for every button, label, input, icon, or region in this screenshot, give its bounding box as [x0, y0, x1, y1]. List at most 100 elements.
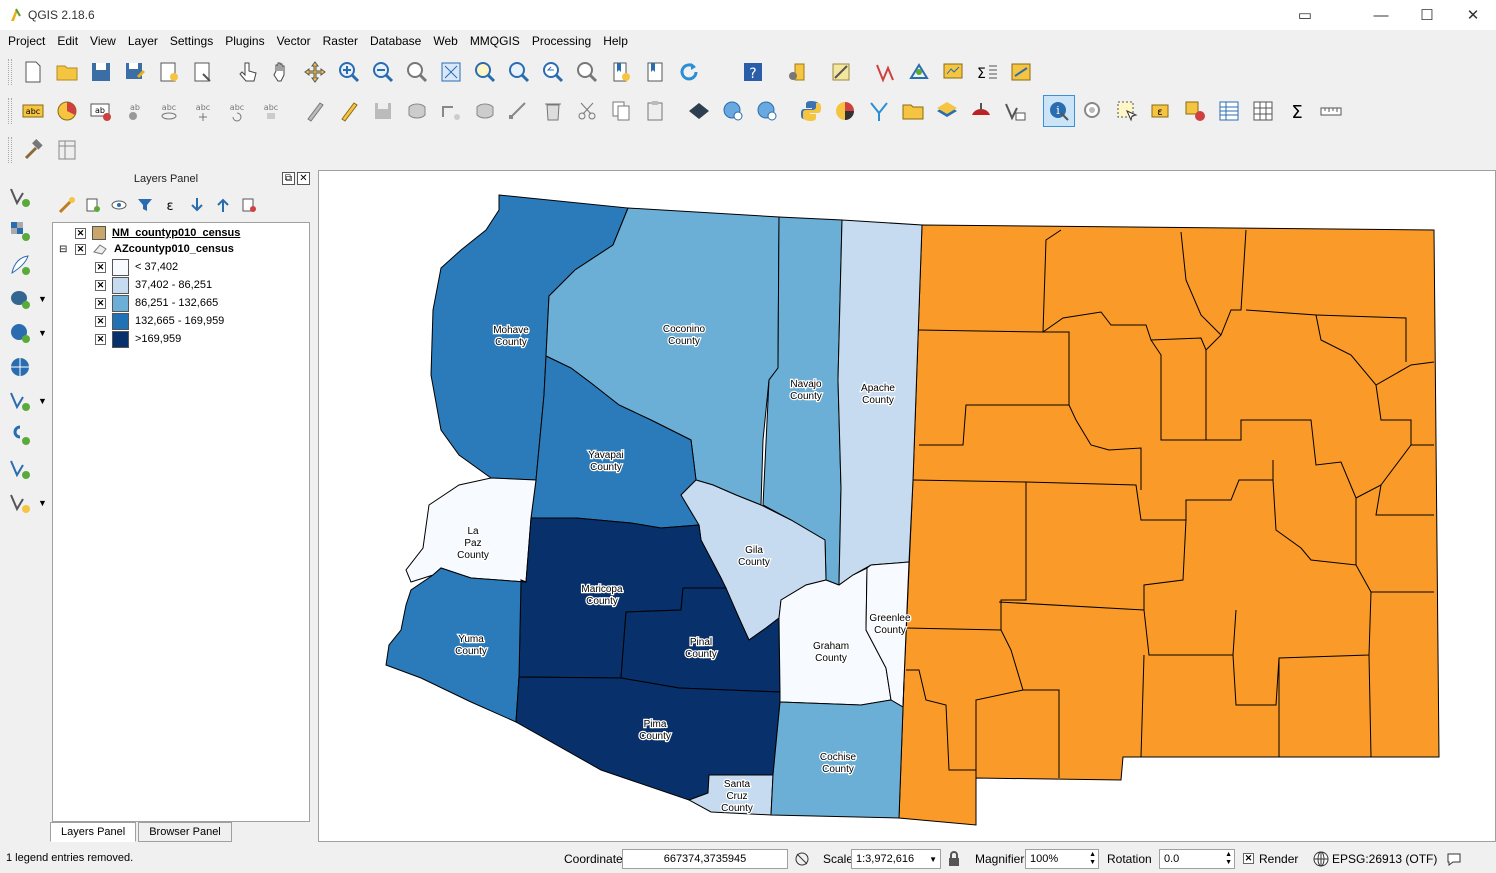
- legend-item[interactable]: ✕ 37,402 - 86,251: [95, 276, 212, 294]
- layer-visibility-checkbox[interactable]: ✕: [75, 243, 86, 255]
- ocean-layer-icon[interactable]: [683, 95, 715, 127]
- map-svg[interactable]: Mohave County Coconino County Navajo County…: [319, 171, 1495, 841]
- scale-combobox[interactable]: 1:3,972,616 ▼: [851, 849, 941, 869]
- menu-plugins[interactable]: Plugins: [219, 32, 270, 52]
- attribute-table-icon[interactable]: [1213, 95, 1245, 127]
- add-wfs-icon[interactable]: [751, 95, 783, 127]
- field-calculator-icon[interactable]: Σ: [971, 56, 1003, 88]
- change-label-icon[interactable]: abc: [255, 95, 287, 127]
- spin-arrows-icon[interactable]: ▲ ▼: [1089, 851, 1096, 867]
- hammer-tool-icon[interactable]: [17, 134, 49, 166]
- menu-vector[interactable]: Vector: [271, 32, 317, 52]
- crs-label[interactable]: EPSG:26913 (OTF): [1332, 852, 1437, 866]
- magnifier-spinbox[interactable]: 100% ▲ ▼: [1025, 849, 1099, 869]
- node-tool-icon[interactable]: [503, 95, 535, 127]
- zoom-layer-icon[interactable]: [503, 56, 535, 88]
- dropdown-arrow-icon[interactable]: ▼: [38, 396, 47, 406]
- collapse-all-icon[interactable]: [210, 193, 236, 217]
- layer-diagram-icon[interactable]: [51, 95, 83, 127]
- layer-labeling-icon[interactable]: abc: [17, 95, 49, 127]
- menu-help[interactable]: Help: [597, 32, 634, 52]
- styling-icon[interactable]: [54, 193, 80, 217]
- menu-edit[interactable]: Edit: [51, 32, 84, 52]
- manage-visibility-icon[interactable]: [106, 193, 132, 217]
- move-label-icon[interactable]: abc: [187, 95, 219, 127]
- cut-features-icon[interactable]: [571, 95, 603, 127]
- new-temporary-layer-icon[interactable]: [4, 488, 36, 518]
- save-as-icon[interactable]: [119, 56, 151, 88]
- menu-view[interactable]: View: [84, 32, 122, 52]
- add-raster-layer-icon[interactable]: [4, 216, 36, 246]
- lock-scale-icon[interactable]: [948, 851, 960, 870]
- topology-icon[interactable]: [903, 56, 935, 88]
- menu-settings[interactable]: Settings: [164, 32, 219, 52]
- pin-labels-icon[interactable]: ab: [119, 95, 151, 127]
- plugin-manager-icon[interactable]: [781, 56, 813, 88]
- float-panel-icon[interactable]: ⧉: [282, 172, 295, 185]
- deselect-icon[interactable]: [1179, 95, 1211, 127]
- layer-stack-icon[interactable]: [931, 95, 963, 127]
- legend-item[interactable]: ✕ >169,959: [95, 330, 181, 348]
- split-features-icon[interactable]: [863, 95, 895, 127]
- zoom-full-icon[interactable]: [435, 56, 467, 88]
- open-folder-icon[interactable]: [897, 95, 929, 127]
- identify-features-icon[interactable]: i: [1043, 95, 1075, 127]
- add-wms-layer-icon[interactable]: [4, 352, 36, 382]
- add-wcs-layer-icon[interactable]: [4, 386, 36, 416]
- minimize-button[interactable]: —: [1358, 0, 1404, 30]
- python-console-icon[interactable]: [795, 95, 827, 127]
- select-features-icon[interactable]: [1111, 95, 1143, 127]
- screen-icon-button[interactable]: ▭: [1282, 0, 1328, 30]
- processing-toolbox-icon[interactable]: [825, 56, 857, 88]
- statistical-summary-icon[interactable]: [1247, 95, 1279, 127]
- help-icon[interactable]: ?: [737, 56, 769, 88]
- filter-legend-icon[interactable]: [132, 193, 158, 217]
- new-bookmark-icon[interactable]: [605, 56, 637, 88]
- remove-layer-icon[interactable]: [236, 193, 262, 217]
- open-project-icon[interactable]: [51, 56, 83, 88]
- touch-zoom-icon[interactable]: [231, 56, 263, 88]
- rotation-spinbox[interactable]: 0.0 ▲ ▼: [1159, 849, 1235, 869]
- zoom-selection-icon[interactable]: [469, 56, 501, 88]
- spin-arrows-icon[interactable]: ▲ ▼: [1225, 851, 1232, 867]
- zoom-in-icon[interactable]: [333, 56, 365, 88]
- new-project-icon[interactable]: [17, 56, 49, 88]
- layer-visibility-checkbox[interactable]: ✕: [75, 227, 86, 239]
- add-group-icon[interactable]: [80, 193, 106, 217]
- chevron-down-icon[interactable]: ▼: [929, 855, 937, 864]
- select-by-expression-icon[interactable]: ε: [1145, 95, 1177, 127]
- show-hide-labels-icon[interactable]: abc: [153, 95, 185, 127]
- menu-layer[interactable]: Layer: [122, 32, 164, 52]
- toolbar-grip[interactable]: [8, 59, 12, 85]
- add-circular-string-icon[interactable]: [435, 95, 467, 127]
- pan-to-selection-icon[interactable]: [299, 56, 331, 88]
- legend-item[interactable]: ✕ 86,251 - 132,665: [95, 294, 218, 312]
- show-bookmarks-icon[interactable]: [639, 56, 671, 88]
- table-tool-icon[interactable]: [51, 134, 83, 166]
- menu-mmqgis[interactable]: MMQGIS: [464, 32, 526, 52]
- composer-manager-icon[interactable]: [187, 56, 219, 88]
- legend-checkbox[interactable]: ✕: [95, 297, 106, 309]
- paste-features-icon[interactable]: [639, 95, 671, 127]
- menu-database[interactable]: Database: [364, 32, 427, 52]
- legend-item[interactable]: ✕ 132,665 - 169,959: [95, 312, 224, 330]
- zoom-out-icon[interactable]: [367, 56, 399, 88]
- coordinate-field[interactable]: 667374,3735945: [622, 849, 788, 869]
- current-edits-icon[interactable]: [299, 95, 331, 127]
- legend-checkbox[interactable]: ✕: [95, 333, 106, 345]
- measure-line-icon[interactable]: [1315, 95, 1347, 127]
- menu-raster[interactable]: Raster: [317, 32, 364, 52]
- toolbar-grip[interactable]: [8, 98, 12, 124]
- paint-icon[interactable]: [965, 95, 997, 127]
- copy-features-icon[interactable]: [605, 95, 637, 127]
- menu-web[interactable]: Web: [427, 32, 463, 52]
- vertex-label-icon[interactable]: [999, 95, 1031, 127]
- add-postgis-layer-icon[interactable]: [4, 284, 36, 314]
- toolbar-grip[interactable]: [8, 137, 12, 163]
- map-canvas[interactable]: Mohave County Coconino County Navajo County…: [318, 170, 1496, 842]
- sum-icon[interactable]: Σ: [1281, 95, 1313, 127]
- zoom-next-icon[interactable]: [571, 56, 603, 88]
- legend-checkbox[interactable]: ✕: [95, 279, 106, 291]
- legend-checkbox[interactable]: ✕: [95, 261, 106, 273]
- move-feature-icon[interactable]: [469, 95, 501, 127]
